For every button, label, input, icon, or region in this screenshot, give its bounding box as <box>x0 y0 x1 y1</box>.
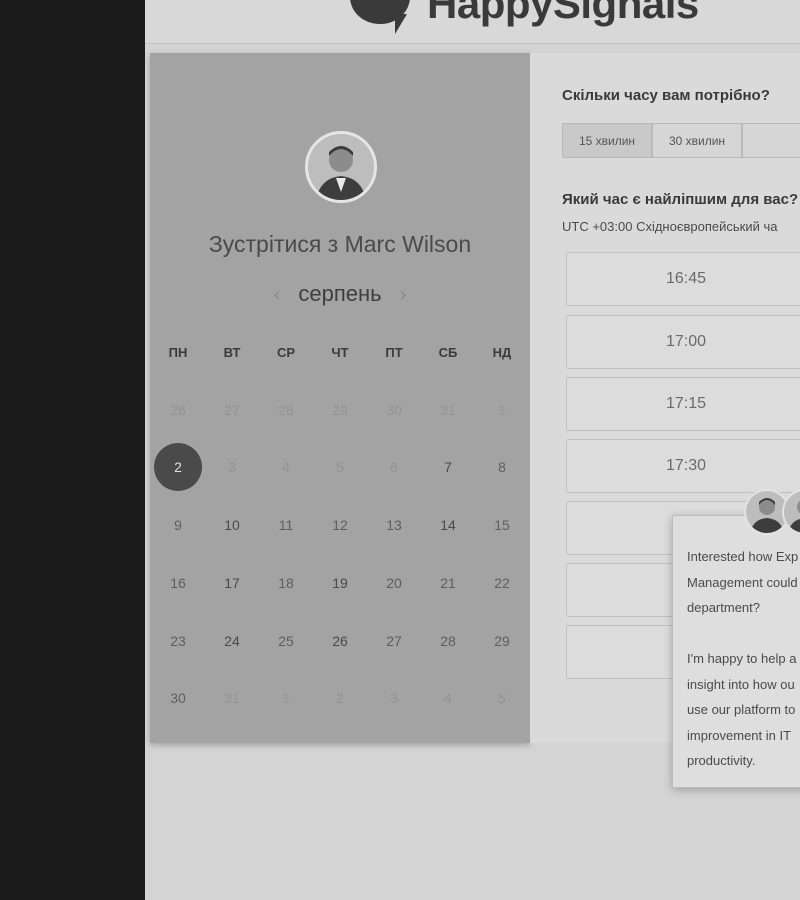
left-sidebar <box>0 0 145 900</box>
calendar-day: 4 <box>444 690 452 706</box>
time-question: Який час є найліпшим для вас? <box>562 191 799 208</box>
calendar-day[interactable]: 30 <box>158 688 198 708</box>
time-slot[interactable]: 17:15 <box>566 377 800 431</box>
calendar-day[interactable]: 14 <box>428 515 468 535</box>
calendar-day: 5 <box>336 459 344 475</box>
weekday-sun: НД <box>492 345 512 360</box>
logo-tail-icon <box>395 14 407 34</box>
calendar-day[interactable]: 23 <box>158 631 198 651</box>
weekday-mon: ПН <box>168 345 188 360</box>
calendar-day[interactable]: 19 <box>320 573 360 593</box>
duration-15-button[interactable]: 15 хвилин <box>562 123 652 158</box>
chat-message: Interested how Exp Management could depa… <box>687 549 799 768</box>
calendar-day[interactable]: 27 <box>374 631 414 651</box>
timezone-label[interactable]: UTC +03:00 Східноєвропейський ча <box>562 219 777 234</box>
calendar-panel: Зустрітися з Marc Wilson ‹ серпень › ПН … <box>150 53 530 743</box>
calendar-day[interactable]: 18 <box>266 573 306 593</box>
next-month-button[interactable]: › <box>388 284 419 306</box>
weekday-fri: ПТ <box>385 345 403 360</box>
calendar-day: 6 <box>390 459 398 475</box>
time-slot[interactable]: 17:00 <box>566 315 800 369</box>
calendar-day[interactable]: 22 <box>482 573 522 593</box>
calendar-day[interactable]: 8 <box>482 457 522 477</box>
calendar-day[interactable]: 21 <box>428 573 468 593</box>
calendar-day[interactable]: 24 <box>212 631 252 651</box>
calendar-day[interactable]: 17 <box>212 573 252 593</box>
calendar-day[interactable]: 20 <box>374 573 414 593</box>
weekday-thu: ЧТ <box>331 345 349 360</box>
duration-30-button[interactable]: 30 хвилин <box>652 123 742 158</box>
calendar-day[interactable]: 25 <box>266 631 306 651</box>
month-navigator: ‹ серпень › <box>150 281 530 307</box>
calendar-day[interactable]: 12 <box>320 515 360 535</box>
page-header: HappySignals <box>145 0 800 44</box>
calendar-day[interactable]: 16 <box>158 573 198 593</box>
calendar-day: 26 <box>170 402 186 418</box>
calendar-day[interactable]: 7 <box>428 457 468 477</box>
calendar-day[interactable]: 28 <box>428 631 468 651</box>
duration-60-button[interactable] <box>742 123 800 158</box>
calendar-day[interactable]: 9 <box>158 515 198 535</box>
calendar-day: 3 <box>390 690 398 706</box>
calendar-day: 29 <box>332 402 348 418</box>
calendar-day: 4 <box>282 459 290 475</box>
calendar-day[interactable]: 26 <box>320 631 360 651</box>
calendar-day: 30 <box>386 402 402 418</box>
calendar-day-selected[interactable]: 2 <box>154 443 202 491</box>
meeting-title: Зустрітися з Marc Wilson <box>208 231 472 257</box>
duration-selector: 15 хвилин 30 хвилин <box>562 123 800 158</box>
calendar-day: 27 <box>224 402 240 418</box>
logo-text: HappySignals <box>427 0 699 27</box>
prev-month-button[interactable]: ‹ <box>262 284 293 306</box>
weekday-wed: СР <box>276 345 296 360</box>
weekday-tue: ВТ <box>223 345 241 360</box>
calendar-day: 2 <box>336 690 344 706</box>
month-label: серпень <box>298 281 382 306</box>
calendar-day: 28 <box>278 402 294 418</box>
calendar-day: 31 <box>440 402 456 418</box>
calendar-day[interactable]: 11 <box>266 515 306 535</box>
calendar-day: 1 <box>498 402 506 418</box>
calendar-day: 3 <box>228 459 236 475</box>
host-avatar <box>305 131 377 203</box>
calendar-day[interactable]: 15 <box>482 515 522 535</box>
calendar-day[interactable]: 29 <box>482 631 522 651</box>
weekday-sat: СБ <box>438 345 458 360</box>
time-slot[interactable]: 17:30 <box>566 439 800 493</box>
calendar-day: 5 <box>498 690 506 706</box>
calendar-day[interactable]: 13 <box>374 515 414 535</box>
time-slot[interactable]: 16:45 <box>566 252 800 306</box>
calendar-day: 31 <box>224 690 240 706</box>
calendar-day[interactable]: 10 <box>212 515 252 535</box>
calendar-day: 1 <box>282 690 290 706</box>
duration-question: Скільки часу вам потрібно? <box>562 87 770 104</box>
chat-popup[interactable]: Interested how Exp Management could depa… <box>672 515 800 788</box>
